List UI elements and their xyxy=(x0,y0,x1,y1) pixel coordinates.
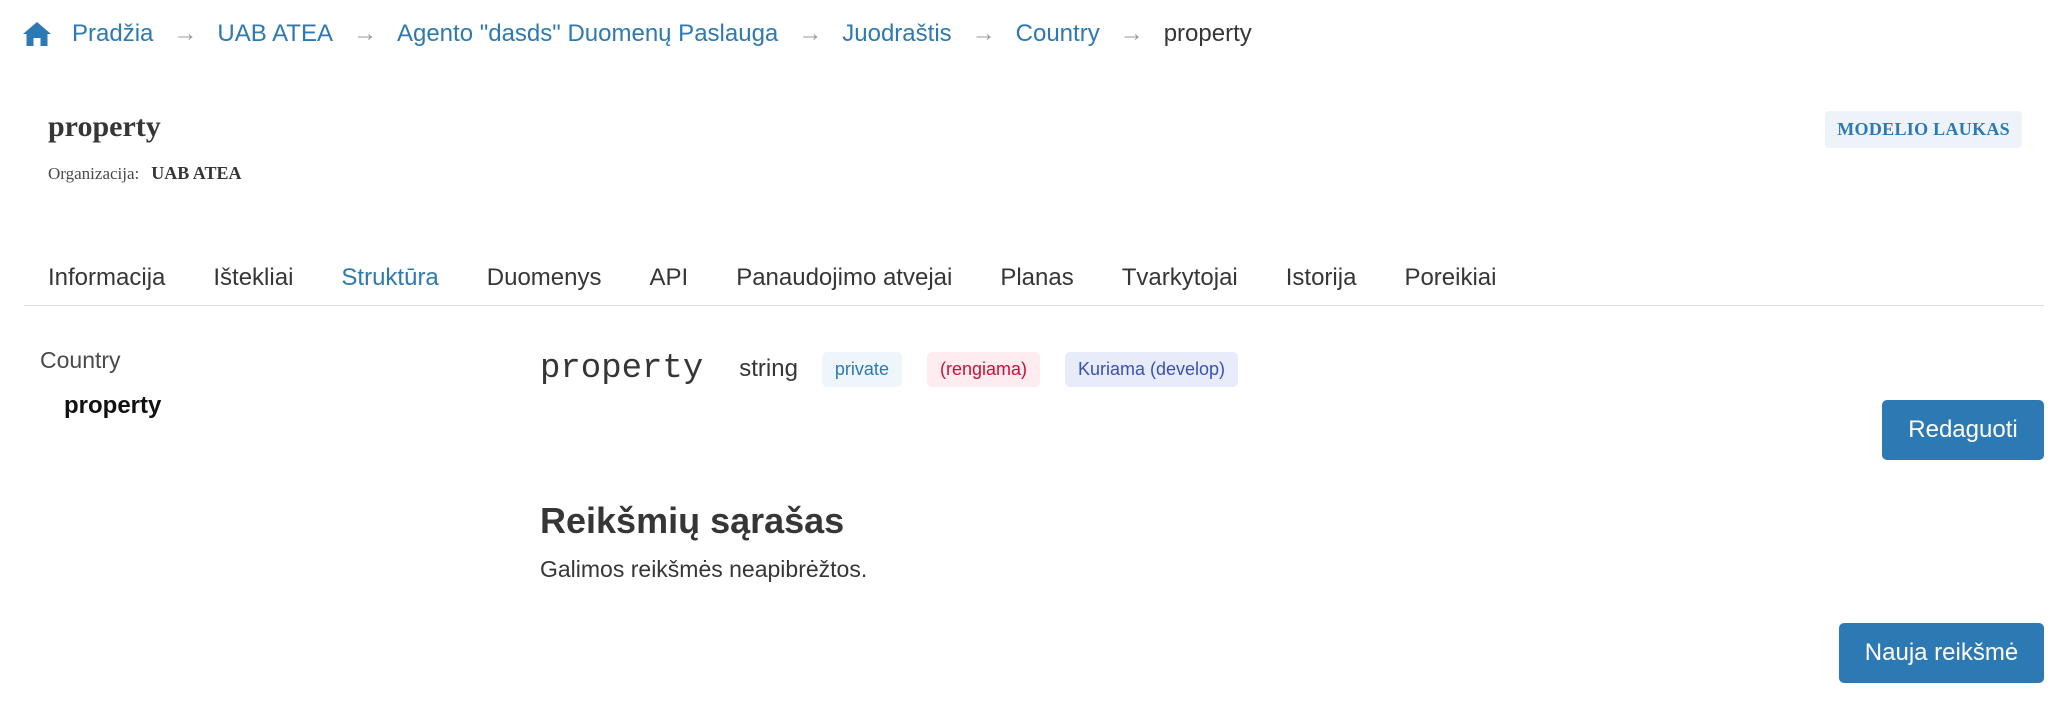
values-section-title: Reikšmių sąrašas xyxy=(540,500,845,541)
breadcrumb-item-dataset[interactable]: Agento "dasds" Duomenų Paslauga → xyxy=(397,20,842,48)
organization-info: Organizacija: UAB ATEA xyxy=(48,163,241,184)
tab-panaudojimo-atvejai[interactable]: Panaudojimo atvejai xyxy=(712,254,976,306)
tab-bar: Informacija Ištekliai Struktūra Duomenys… xyxy=(24,254,2044,306)
tab-informacija[interactable]: Informacija xyxy=(24,254,189,306)
tab-api[interactable]: API xyxy=(626,254,713,306)
status-badge: (rengiama) xyxy=(926,351,1040,387)
edit-button[interactable]: Redaguoti xyxy=(1882,400,2044,460)
values-empty-note: Galimos reikšmės neapibrėžtos. xyxy=(540,556,868,582)
breadcrumb-arrow-icon: → xyxy=(798,20,823,47)
access-badge: private xyxy=(821,351,902,387)
field-header: property string private (rengiama) Kuria… xyxy=(540,348,1263,390)
breadcrumb-link[interactable]: Agento "dasds" Duomenų Paslauga xyxy=(397,20,778,48)
tab-istekliai[interactable]: Ištekliai xyxy=(189,254,317,306)
breadcrumb-arrow-icon: → xyxy=(1119,20,1144,47)
tab-planas[interactable]: Planas xyxy=(976,254,1097,306)
breadcrumb-item-model[interactable]: Country → xyxy=(1016,20,1164,48)
tab-duomenys[interactable]: Duomenys xyxy=(463,254,626,306)
breadcrumb-current-label: property xyxy=(1163,20,1252,47)
tab-tvarkytojai[interactable]: Tvarkytojai xyxy=(1098,254,1262,306)
page: Pradžia → UAB ATEA → Agento "dasds" Duom… xyxy=(0,0,2062,710)
tab-istorija[interactable]: Istorija xyxy=(1262,254,1381,306)
page-title: property xyxy=(48,110,161,143)
new-value-button[interactable]: Nauja reikšmė xyxy=(1839,623,2044,683)
tab-poreikiai[interactable]: Poreikiai xyxy=(1380,254,1520,306)
breadcrumb: Pradžia → UAB ATEA → Agento "dasds" Duom… xyxy=(22,14,1252,54)
breadcrumb-current: property xyxy=(1164,20,1252,48)
tree-item-model[interactable]: Country xyxy=(40,347,121,374)
breadcrumb-item-organization[interactable]: UAB ATEA → xyxy=(217,20,397,48)
breadcrumb-item-home[interactable]: Pradžia → xyxy=(72,20,217,48)
breadcrumb-link[interactable]: Juodraštis xyxy=(842,20,951,48)
organization-value: UAB ATEA xyxy=(151,163,242,183)
breadcrumb-link[interactable]: Country xyxy=(1016,20,1100,48)
field-type: string xyxy=(739,355,798,382)
breadcrumb-arrow-icon: → xyxy=(971,20,996,47)
breadcrumb-link[interactable]: UAB ATEA xyxy=(217,20,333,48)
home-icon[interactable] xyxy=(22,19,52,49)
tab-struktura[interactable]: Struktūra xyxy=(317,254,462,306)
breadcrumb-item-version[interactable]: Juodraštis → xyxy=(842,20,1015,48)
field-name: property xyxy=(540,350,704,388)
breadcrumb-link[interactable]: Pradžia xyxy=(72,20,153,48)
object-type-badge: MODELIO LAUKAS xyxy=(1825,111,2022,148)
breadcrumb-arrow-icon: → xyxy=(352,20,377,47)
breadcrumb-arrow-icon: → xyxy=(173,20,198,47)
stage-badge: Kuriama (develop) xyxy=(1064,351,1239,387)
organization-label: Organizacija: xyxy=(48,164,140,183)
tree-item-field-selected[interactable]: property xyxy=(64,392,161,420)
